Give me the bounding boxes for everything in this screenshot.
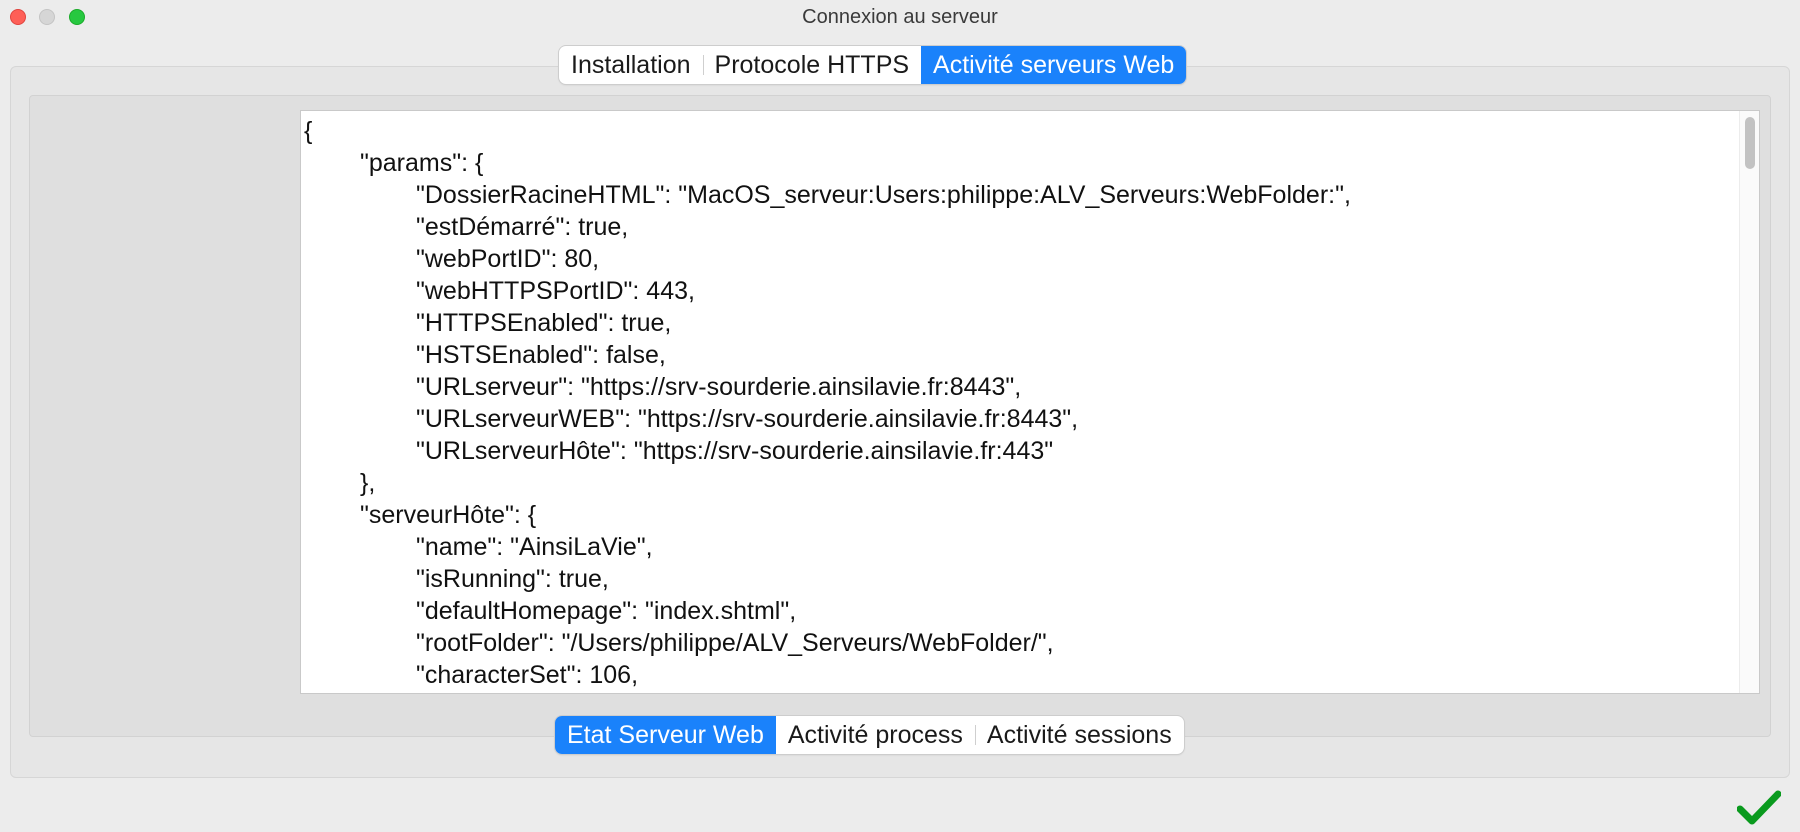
json-line: "name": "AinsiLaVie", <box>416 533 653 561</box>
json-line: "webPortID": 80, <box>416 245 600 273</box>
json-line: "URLserveurWEB": "https://srv-sourderie.… <box>416 405 1079 433</box>
json-line: "estDémarré": true, <box>416 213 629 241</box>
vertical-scrollbar[interactable] <box>1739 111 1759 693</box>
scrollbar-thumb[interactable] <box>1745 117 1755 169</box>
bottom-tab-bar: Etat Serveur Web Activité process Activi… <box>555 716 1184 754</box>
window-title: Connexion au serveur <box>802 6 998 28</box>
tab-activite-sessions[interactable]: Activité sessions <box>974 716 1184 754</box>
json-line: "isRunning": true, <box>416 565 609 593</box>
json-line: "webHTTPSPortID": 443, <box>416 277 695 305</box>
tab-installation[interactable]: Installation <box>559 46 703 84</box>
json-line: "params": { <box>360 149 484 177</box>
json-line: "HSTSEnabled": false, <box>416 341 666 369</box>
json-line: { <box>304 117 313 145</box>
tab-activite-process[interactable]: Activité process <box>776 716 975 754</box>
tab-activite-serveurs-web[interactable]: Activité serveurs Web <box>921 46 1187 84</box>
app-window: Connexion au serveur Installation Protoc… <box>0 0 1800 832</box>
title-bar: Connexion au serveur <box>0 0 1800 34</box>
json-line: "characterSet": 106, <box>416 661 639 689</box>
json-text: { "params": { "DossierRacineHTML": "MacO… <box>304 115 1351 691</box>
top-tab-bar: Installation Protocole HTTPS Activité se… <box>559 46 1187 84</box>
json-line: "HTTPSEnabled": true, <box>416 309 672 337</box>
checkmark-icon[interactable] <box>1737 790 1781 826</box>
json-line: }, <box>360 469 376 497</box>
json-status-textarea[interactable]: { "params": { "DossierRacineHTML": "MacO… <box>300 110 1760 694</box>
json-line: "defaultHomepage": "index.shtml", <box>416 597 797 625</box>
tab-etat-serveur-web[interactable]: Etat Serveur Web <box>555 716 776 754</box>
json-line: "serveurHôte": { <box>360 501 537 529</box>
json-line: "DossierRacineHTML": "MacOS_serveur:User… <box>416 181 1351 209</box>
json-line: "URLserveur": "https://srv-sourderie.ain… <box>416 373 1022 401</box>
tab-protocole-https[interactable]: Protocole HTTPS <box>702 46 922 84</box>
json-line: "URLserveurHôte": "https://srv-sourderie… <box>416 437 1054 465</box>
json-line: "rootFolder": "/Users/philippe/ALV_Serve… <box>416 629 1054 657</box>
